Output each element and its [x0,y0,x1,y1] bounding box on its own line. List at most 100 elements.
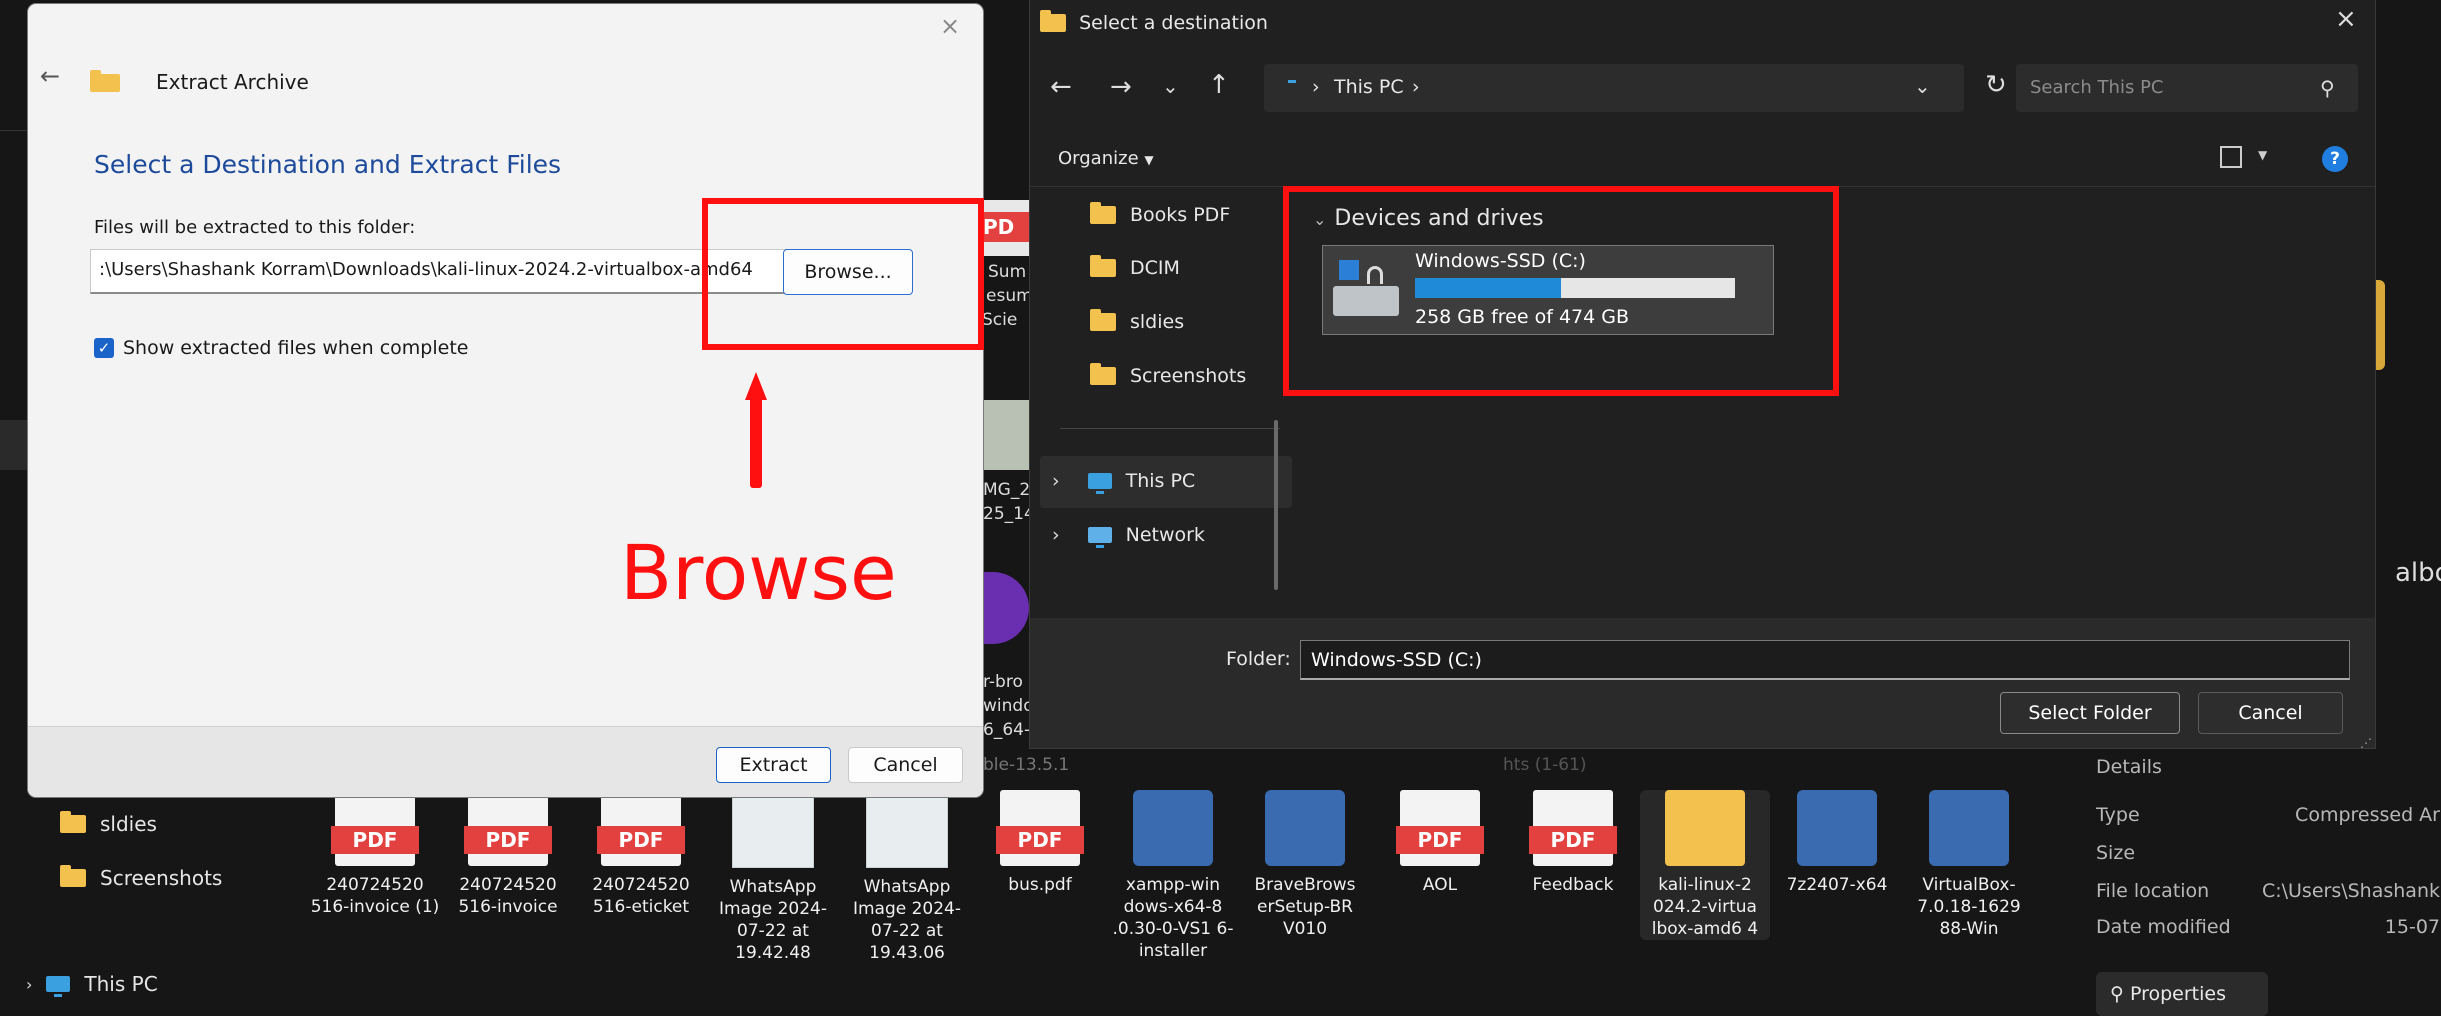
file-label: WhatsApp Image 2024-07-22 at 19.42.48 [718,877,828,963]
dialog-title: Select a destination [1079,12,1268,34]
nav-item-dcim[interactable]: DCIM [1090,255,1180,279]
dialog-title: Extract Archive [156,70,309,94]
file-item[interactable]: WhatsApp Image 2024-07-22 at 19.43.06 [842,790,972,964]
detail-value: Compressed Ar [2295,804,2440,826]
sidebar-item-this-pc[interactable]: › This PC [26,972,158,997]
organize-label: Organize [1058,148,1139,169]
back-arrow-icon[interactable]: ← [40,62,60,90]
file-item[interactable]: WhatsApp Image 2024-07-22 at 19.42.48 [708,790,838,964]
properties-button[interactable]: ⚲ Properties [2096,972,2268,1016]
zip-folder-icon [90,70,120,92]
annotation-arrow-shaft [750,396,762,488]
up-arrow-icon[interactable]: ↑ [1208,70,1230,100]
sidebar-item-screenshots[interactable]: Screenshots [60,865,222,890]
folder-icon [1040,10,1066,32]
file-label: 240724520 516-eticket [592,875,690,917]
breadcrumb-separator: › [1412,76,1420,98]
chevron-down-icon[interactable]: ⌄ [1914,74,1931,98]
organize-menu[interactable]: Organize ▼ [1058,148,1154,169]
chevron-right-icon[interactable]: › [26,975,32,994]
address-bar[interactable]: › This PC › ⌄ [1264,64,1964,112]
nav-item-sldies[interactable]: sldies [1090,309,1184,333]
pdf-file-icon: PDF [1396,790,1484,866]
pdf-file-icon: PDF [1529,790,1617,866]
refresh-icon[interactable]: ↻ [1985,70,2007,100]
show-files-checkbox[interactable]: ✓ [94,338,114,358]
file-label-fragment: 25_14 [983,504,1035,524]
file-label-fragment: r-bro [983,672,1023,692]
checkbox-label: Show extracted files when complete [123,337,469,359]
file-item[interactable]: VirtualBox- 7.0.18-1629 88-Win [1904,790,2034,940]
file-item[interactable]: PDF Feedback [1508,790,1638,896]
folder-name-input[interactable]: Windows-SSD (C:) [1300,640,2350,680]
chevron-right-icon[interactable]: › [1052,524,1060,546]
breadcrumb-this-pc[interactable]: This PC [1334,76,1404,98]
nav-item-label: Books PDF [1130,204,1231,226]
file-label: Feedback [1532,875,1614,895]
file-label: 7z2407-x64 [1786,875,1888,895]
annotation-label: Browse [620,528,897,617]
back-arrow-icon[interactable]: ← [1050,72,1072,102]
preview-title-fragment: albo [2395,558,2441,588]
caret-down-icon: ▼ [1144,153,1154,167]
file-label-fragment: hts (1-61) [1503,755,1587,775]
file-item[interactable]: BraveBrows erSetup-BR V010 [1240,790,1370,940]
pdf-file-icon: PDF [331,790,419,866]
nav-item-label: This PC [1125,470,1196,492]
pdf-tag: PDF [331,826,419,854]
file-item[interactable]: PDF 240724520 516-eticket [576,790,706,918]
preview-fragment [2375,280,2385,370]
file-item[interactable]: PDF 240724520 516-invoice [443,790,573,918]
view-options-icon[interactable] [2220,146,2242,168]
close-icon[interactable]: × [2335,4,2357,34]
sidebar-item-sldies[interactable]: sldies [60,811,157,836]
select-folder-button[interactable]: Select Folder [2000,692,2180,734]
caret-down-icon[interactable]: ▼ [2258,148,2267,162]
app-file-icon [1929,790,2009,866]
chevron-right-icon[interactable]: › [1052,470,1060,492]
resize-grip-icon[interactable]: ⋰ [2360,736,2372,750]
nav-item-screenshots[interactable]: Screenshots [1090,363,1247,387]
file-item[interactable]: 7z2407-x64 [1772,790,1902,896]
nav-item-this-pc[interactable]: › This PC [1052,470,1196,494]
nav-item-network[interactable]: › Network [1052,524,1205,548]
nav-scrollbar[interactable] [1274,420,1278,590]
pdf-tag: PDF [464,826,552,854]
nav-item-books-pdf[interactable]: Books PDF [1090,202,1231,226]
file-item[interactable]: PDF bus.pdf [975,790,1105,896]
destination-path-input[interactable]: :\Users\Shashank Korram\Downloads\kali-l… [90,249,806,294]
annotation-box-drive [1283,186,1839,396]
file-label-fragment: 6_64- [983,720,1031,740]
help-icon[interactable]: ? [2322,146,2348,172]
app-file-icon [1265,790,1345,866]
file-item[interactable]: xampp-win dows-x64-8 .0.30-0-VS1 6-insta… [1108,790,1238,962]
pdf-file-icon: PDF [597,790,685,866]
extract-archive-dialog: × ← Extract Archive Select a Destination… [28,4,983,797]
search-icon[interactable]: ⚲ [2320,76,2335,100]
cancel-button[interactable]: Cancel [848,747,963,783]
forward-arrow-icon[interactable]: → [1110,72,1132,102]
wrench-icon: ⚲ [2110,983,2124,1005]
sidebar-item-label: sldies [100,812,157,836]
extract-button[interactable]: Extract [716,747,831,783]
close-icon[interactable]: × [940,12,960,40]
pdf-tag: PDF [996,826,1084,854]
file-label: 240724520 516-invoice (1) [310,875,440,917]
cancel-button[interactable]: Cancel [2198,692,2343,734]
image-file-icon [866,790,948,868]
folder-label: Files will be extracted to this folder: [94,217,416,238]
app-file-icon [1797,790,1877,866]
nav-item-label: Screenshots [1130,365,1247,387]
sidebar-item-label: This PC [84,972,158,996]
search-input[interactable]: Search This PC [2016,64,2358,112]
folder-icon [60,811,86,833]
file-item[interactable]: PDF 240724520 516-invoice (1) [310,790,440,918]
detail-key: File location [2096,880,2210,902]
divider [1060,428,1280,429]
file-label-fragment: esum [986,286,1033,306]
file-label: 240724520 516-invoice [458,875,558,917]
file-item[interactable]: PDF AOL [1375,790,1505,896]
pdf-tag: PDF [597,826,685,854]
file-item[interactable]: kali-linux-2 024.2-virtua lbox-amd6 4 [1640,790,1770,940]
chevron-down-icon[interactable]: ⌄ [1162,74,1179,98]
